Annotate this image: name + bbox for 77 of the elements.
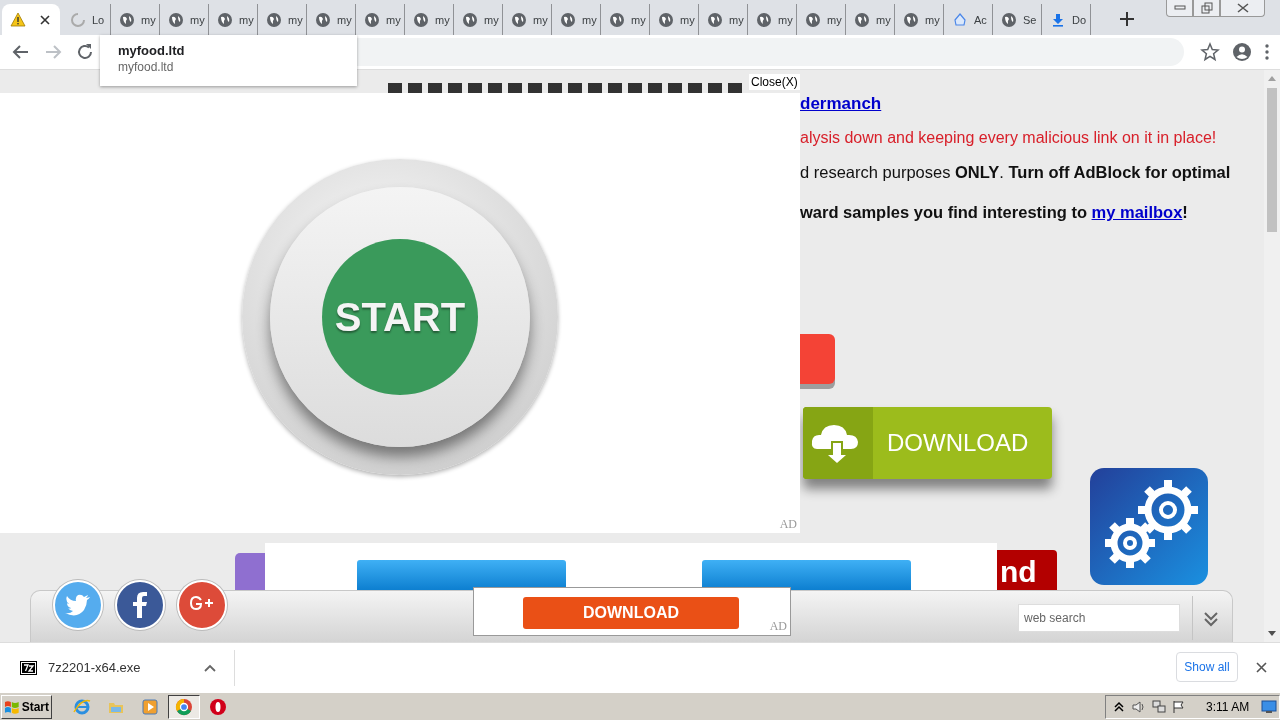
bell-icon <box>952 11 968 28</box>
google-plus-icon[interactable] <box>177 580 227 630</box>
globe-icon <box>364 11 380 28</box>
mailbox-link[interactable]: my mailbox <box>1091 203 1183 221</box>
taskbar-button[interactable] <box>168 694 200 719</box>
ie-icon[interactable] <box>73 697 91 716</box>
close-link[interactable]: Close(X) <box>749 74 800 90</box>
ad-tile[interactable] <box>235 553 267 590</box>
restore-button[interactable] <box>1193 0 1220 17</box>
scroll-up-icon[interactable] <box>1268 75 1276 81</box>
globe-icon <box>1001 11 1017 28</box>
menu-icon[interactable] <box>1264 42 1270 62</box>
globe-icon <box>462 11 478 28</box>
globe-icon <box>266 11 282 28</box>
close-icon[interactable] <box>40 14 50 25</box>
network-icon[interactable] <box>1152 700 1166 714</box>
globe-icon <box>658 11 674 28</box>
warning-text: alysis down and keeping every malicious link on it in place! <box>800 129 1217 147</box>
globe-icon <box>217 11 233 28</box>
chrome-icon[interactable] <box>175 697 193 716</box>
suggestion-dropdown[interactable]: myfood.ltd myfood.ltd <box>100 35 357 86</box>
speaker-icon[interactable] <box>1132 700 1146 714</box>
globe-icon <box>903 11 919 28</box>
scrollbar[interactable] <box>1264 70 1280 642</box>
scrollbar-thumb[interactable] <box>1267 88 1277 232</box>
chevron-up-icon[interactable] <box>1112 700 1126 714</box>
windows-logo-icon <box>4 699 20 714</box>
scroll-down-icon[interactable] <box>1268 631 1276 637</box>
globe-icon <box>413 11 429 28</box>
banner-button[interactable] <box>702 560 911 590</box>
download-icon <box>1050 11 1066 28</box>
media-player-icon[interactable] <box>141 697 159 716</box>
star-icon[interactable] <box>1200 42 1220 62</box>
contact-text: ward samples you find interesting to my mailbox! <box>800 203 1188 222</box>
twitter-bird-icon[interactable] <box>53 580 103 630</box>
show-desktop-icon[interactable] <box>1261 700 1278 714</box>
clock[interactable]: 3:11 AM <box>1206 700 1250 714</box>
caret-up-icon[interactable] <box>204 663 216 672</box>
archive-file-icon <box>20 660 37 675</box>
notice-text: d research purposes ONLY. Turn off AdBlock for optimal <box>800 163 1231 182</box>
web-search-field[interactable]: web search <box>1018 604 1180 632</box>
minimize-icon <box>1173 5 1186 11</box>
suggestion-url: myfood.ltd <box>118 60 175 74</box>
ad-label: AD <box>779 517 797 532</box>
author-link[interactable]: dermanch <box>800 94 882 114</box>
loading-spinner-icon <box>70 11 86 28</box>
banner-button[interactable] <box>357 560 566 590</box>
globe-icon <box>805 11 821 28</box>
globe-icon <box>756 11 772 28</box>
globe-icon <box>560 11 576 28</box>
globe-icon <box>315 11 331 28</box>
warning-icon <box>10 11 26 28</box>
globe-icon <box>119 11 135 28</box>
opera-icon[interactable] <box>209 697 227 716</box>
start-button[interactable]: Start <box>1 694 52 719</box>
download-button[interactable]: DOWNLOAD <box>523 597 739 629</box>
gear-app-icon[interactable] <box>1090 468 1208 585</box>
flag-icon[interactable] <box>1172 700 1186 714</box>
facebook-icon[interactable] <box>115 580 165 630</box>
globe-icon <box>854 11 870 28</box>
globe-icon <box>707 11 723 28</box>
profile-icon[interactable] <box>1232 42 1252 62</box>
globe-icon <box>168 11 184 28</box>
globe-icon <box>511 11 527 28</box>
plus-icon[interactable] <box>1119 11 1135 27</box>
show-all-button[interactable]: Show all <box>1176 652 1238 682</box>
suggestion-title: myfood.ltd <box>118 43 186 58</box>
minimize-button[interactable] <box>1166 0 1193 17</box>
globe-icon <box>609 11 625 28</box>
download-filename[interactable]: 7z2201-x64.exe <box>48 660 141 675</box>
ad-tile[interactable]: nd <box>997 550 1057 590</box>
close-icon <box>1236 3 1249 13</box>
close-button[interactable] <box>1220 0 1265 17</box>
close-icon[interactable] <box>1256 662 1267 673</box>
ad-label: AD <box>769 619 787 634</box>
restore-icon <box>1200 2 1213 14</box>
double-chevron-icon[interactable] <box>1202 610 1220 628</box>
